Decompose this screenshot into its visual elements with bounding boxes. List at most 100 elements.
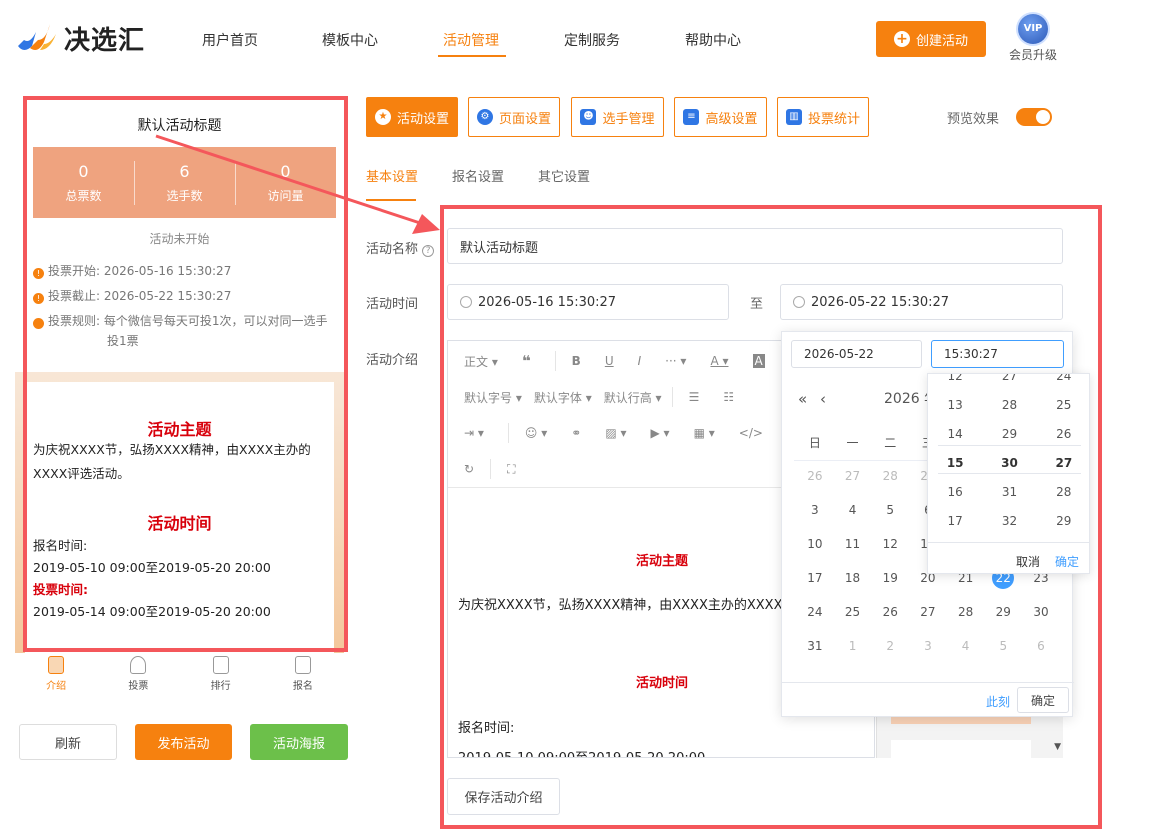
nav-activity-management[interactable]: 活动管理 [443, 30, 499, 50]
time-option[interactable]: 13 [928, 391, 982, 420]
time-option[interactable]: 16 [928, 478, 982, 507]
video-icon[interactable]: ▶ ▾ [651, 426, 670, 440]
nav-templates[interactable]: 模板中心 [322, 30, 378, 50]
calendar-day[interactable]: 4 [947, 639, 985, 653]
calendar-day[interactable]: 6 [1022, 639, 1060, 653]
time-option[interactable]: 29 [1037, 507, 1089, 536]
refresh-button[interactable]: 刷新 [19, 724, 117, 760]
bullet-list-icon[interactable]: ☰ [689, 390, 700, 404]
start-time-input[interactable]: 2026-05-16 15:30:27 [447, 284, 729, 320]
alert-icon: ! [33, 293, 44, 304]
calendar-day[interactable]: 5 [871, 503, 909, 517]
calendar-day[interactable]: 3 [909, 639, 947, 653]
redo-icon[interactable]: ↻ [464, 462, 474, 476]
time-option[interactable]: 12 [928, 374, 982, 391]
italic-icon[interactable]: I [638, 354, 642, 368]
font-family-select[interactable]: 默认字体 ▾ [534, 389, 592, 406]
time-option[interactable]: 27 [982, 374, 1036, 391]
time-option[interactable]: 17 [928, 507, 982, 536]
bold-icon[interactable]: B [572, 354, 581, 368]
line-height-select[interactable]: 默认行高 ▾ [604, 389, 662, 406]
tab-label: 高级设置 [705, 111, 758, 127]
now-button[interactable]: 此刻 [986, 693, 1010, 710]
picker-time-input[interactable]: 15:30:27 [931, 340, 1064, 368]
numbered-list-icon[interactable]: ☷ [723, 390, 734, 404]
calendar-day[interactable]: 31 [796, 639, 834, 653]
calendar-day[interactable]: 4 [834, 503, 872, 517]
publish-button[interactable]: 发布活动 [135, 724, 232, 760]
time-option[interactable]: 24 [1037, 374, 1089, 391]
create-activity-button[interactable]: + 创建活动 [876, 21, 986, 57]
time-option[interactable]: 28 [1037, 478, 1089, 507]
background-color-icon[interactable]: A [752, 354, 765, 368]
nav-custom-service[interactable]: 定制服务 [564, 30, 620, 50]
font-color-icon[interactable]: A ▾ [710, 354, 728, 368]
calendar-day[interactable]: 28 [871, 469, 909, 483]
picker-date-input[interactable]: 2026-05-22 [791, 340, 922, 368]
table-icon[interactable]: ▦ ▾ [694, 426, 715, 440]
calendar-day[interactable]: 11 [834, 537, 872, 551]
calendar-day[interactable]: 12 [871, 537, 909, 551]
calendar-day[interactable]: 27 [909, 605, 947, 619]
calendar-day[interactable]: 3 [796, 503, 834, 517]
time-cancel-button[interactable]: 取消 [1016, 553, 1040, 570]
time-option[interactable]: 32 [982, 507, 1036, 536]
time-option[interactable]: 31 [982, 478, 1036, 507]
tab-vote-statistics[interactable]: ▥ 投票统计 [777, 97, 869, 137]
calendar-day[interactable]: 17 [796, 571, 834, 585]
paragraph-format-select[interactable]: 正文 ▾ [464, 353, 498, 370]
vip-upgrade[interactable]: VIP 会员升级 [1008, 14, 1058, 63]
image-icon[interactable]: ▨ ▾ [605, 426, 626, 440]
emoji-icon[interactable]: ☺ ▾ [525, 426, 547, 440]
end-time-input[interactable]: 2026-05-22 15:30:27 [780, 284, 1063, 320]
link-icon[interactable]: ⚭ [571, 426, 581, 440]
calendar-day[interactable]: 29 [984, 605, 1022, 619]
tab-candidate-management[interactable]: ☻ 选手管理 [571, 97, 664, 137]
subtab-signup[interactable]: 报名设置 [452, 166, 504, 185]
calendar-day[interactable]: 25 [834, 605, 872, 619]
nav-home[interactable]: 用户首页 [202, 30, 258, 50]
calendar-day[interactable]: 24 [796, 605, 834, 619]
tab-signup[interactable]: 报名 [262, 653, 344, 699]
calendar-day[interactable]: 10 [796, 537, 834, 551]
preview-effect-toggle[interactable] [1016, 108, 1052, 126]
time-option[interactable]: 25 [1037, 391, 1089, 420]
calendar-day[interactable]: 27 [834, 469, 872, 483]
calendar-day[interactable]: 5 [984, 639, 1022, 653]
brand-logo[interactable]: 决选汇 [16, 18, 156, 58]
tab-ranking[interactable]: 排行 [180, 653, 262, 699]
day-number: 28 [957, 605, 974, 619]
calendar-day[interactable]: 26 [871, 605, 909, 619]
activity-name-input[interactable]: 默认活动标题 [447, 228, 1063, 264]
fullscreen-icon[interactable]: ⛶ [507, 462, 515, 477]
time-option[interactable]: 28 [982, 391, 1036, 420]
save-intro-button[interactable]: 保存活动介绍 [447, 778, 560, 815]
calendar-day[interactable]: 19 [871, 571, 909, 585]
more-icon[interactable]: ··· ▾ [665, 354, 686, 368]
quote-icon[interactable]: ❝ [522, 352, 531, 370]
underline-icon[interactable]: U [605, 354, 614, 368]
poster-button[interactable]: 活动海报 [250, 724, 348, 760]
tab-page-settings[interactable]: ⚙ 页面设置 [468, 97, 560, 137]
calendar-day[interactable]: 26 [796, 469, 834, 483]
prev-month-icon[interactable]: ‹ [820, 390, 826, 408]
help-icon[interactable]: ? [422, 245, 435, 257]
prev-year-icon[interactable]: « [798, 390, 807, 408]
calendar-day[interactable]: 1 [834, 639, 872, 653]
font-size-select[interactable]: 默认字号 ▾ [464, 389, 522, 406]
time-confirm-button[interactable]: 确定 [1055, 553, 1079, 570]
nav-help[interactable]: 帮助中心 [685, 30, 741, 50]
subtab-other[interactable]: 其它设置 [538, 166, 590, 185]
calendar-day[interactable]: 18 [834, 571, 872, 585]
tab-vote[interactable]: 投票 [97, 653, 179, 699]
calendar-day[interactable]: 2 [871, 639, 909, 653]
code-icon[interactable]: </> [739, 426, 763, 440]
tab-advanced-settings[interactable]: ≡ 高级设置 [674, 97, 767, 137]
picker-confirm-button[interactable]: 确定 [1017, 687, 1069, 713]
tab-intro[interactable]: 介绍 [15, 653, 97, 699]
scroll-down-icon[interactable]: ▼ [1054, 742, 1061, 752]
nav-active-underline [438, 55, 506, 57]
calendar-day[interactable]: 28 [947, 605, 985, 619]
calendar-day[interactable]: 30 [1022, 605, 1060, 619]
indent-icon[interactable]: ⇥ ▾ [464, 426, 484, 440]
